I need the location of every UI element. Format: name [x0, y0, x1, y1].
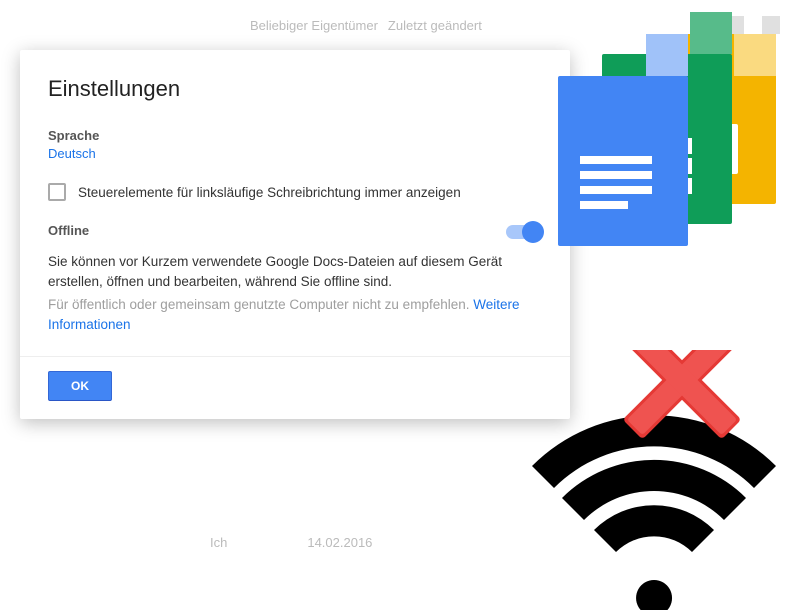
- offline-description: Sie können vor Kurzem verwendete Google …: [48, 252, 542, 291]
- footer-date: 14.02.2016: [307, 535, 372, 550]
- owner-filter: Beliebiger Eigentümer: [250, 18, 378, 33]
- rtl-checkbox[interactable]: [48, 183, 66, 201]
- folder-icon: [762, 16, 780, 34]
- offline-label: Offline: [48, 223, 89, 238]
- offline-note-text: Für öffentlich oder gemeinsam genutzte C…: [48, 297, 473, 312]
- dialog-title: Einstellungen: [48, 76, 542, 102]
- docs-icon: [558, 76, 688, 246]
- footer-owner: Ich: [210, 535, 227, 550]
- rtl-checkbox-label: Steuerelemente für linksläufige Schreibr…: [78, 185, 461, 200]
- offline-toggle[interactable]: [506, 225, 542, 239]
- language-label: Sprache: [48, 128, 542, 143]
- google-docs-icons: [546, 34, 776, 234]
- offline-note: Für öffentlich oder gemeinsam genutzte C…: [48, 295, 542, 334]
- language-link[interactable]: Deutsch: [48, 146, 96, 161]
- background-footer: Ich 14.02.2016: [210, 535, 372, 550]
- no-wifi-icon: [524, 350, 784, 610]
- last-modified: Zuletzt geändert: [388, 18, 482, 33]
- settings-dialog: Einstellungen Sprache Deutsch Steuerelem…: [20, 50, 570, 419]
- ok-button[interactable]: OK: [48, 371, 112, 401]
